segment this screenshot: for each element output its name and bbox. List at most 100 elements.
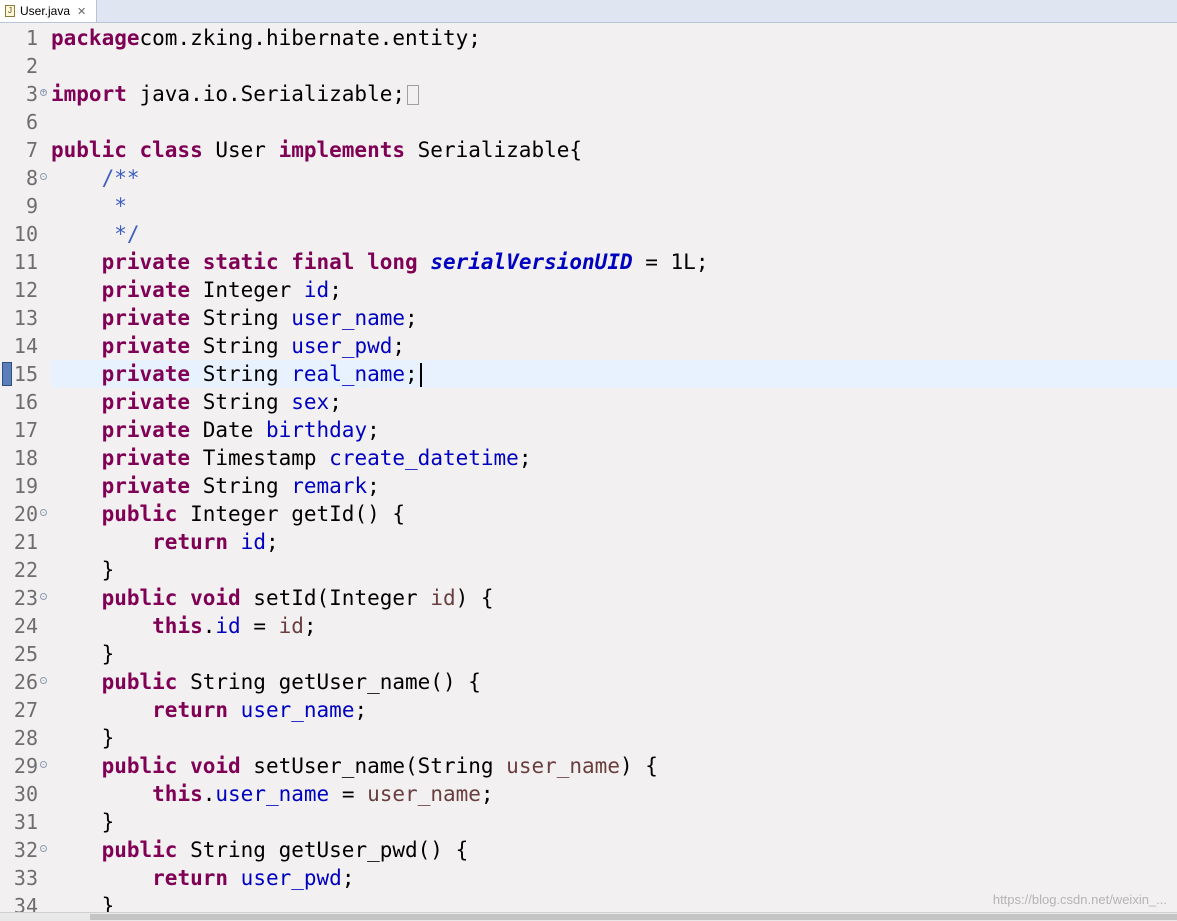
collapse-fold-icon[interactable]: - [40, 173, 47, 180]
code-text[interactable]: } [51, 556, 1177, 584]
code-text[interactable] [51, 52, 1177, 80]
expand-fold-icon[interactable]: + [40, 89, 47, 96]
code-text[interactable]: private String sex; [51, 388, 1177, 416]
identifier-token: user_name [506, 754, 620, 778]
code-line[interactable]: 27 return user_name; [0, 696, 1177, 724]
code-line[interactable]: 9 * [0, 192, 1177, 220]
code-line[interactable]: 23- public void setId(Integer id) { [0, 584, 1177, 612]
collapse-fold-icon[interactable]: - [40, 677, 47, 684]
code-line[interactable]: 26- public String getUser_name() { [0, 668, 1177, 696]
code-line[interactable]: 12 private Integer id; [0, 276, 1177, 304]
keyword-token: import [51, 82, 127, 106]
collapse-fold-icon[interactable]: - [40, 845, 47, 852]
code-line[interactable]: 28 } [0, 724, 1177, 752]
code-line[interactable]: 32- public String getUser_pwd() { [0, 836, 1177, 864]
code-text[interactable]: import java.io.Serializable; [51, 80, 1177, 108]
code-text[interactable]: return user_name; [51, 696, 1177, 724]
code-text[interactable]: /** [51, 164, 1177, 192]
code-token: = 1L; [632, 250, 709, 274]
line-number: 9 [25, 194, 38, 218]
code-token: ; [367, 474, 380, 498]
tab-user-java[interactable]: J User.java ✕ [0, 0, 97, 22]
code-line[interactable]: 18 private Timestamp create_datetime; [0, 444, 1177, 472]
code-line[interactable]: 17 private Date birthday; [0, 416, 1177, 444]
code-token: . [202, 614, 216, 638]
code-text[interactable]: private String user_name; [51, 304, 1177, 332]
collapse-fold-icon[interactable]: - [40, 593, 47, 600]
code-text[interactable]: public String getUser_name() { [51, 668, 1177, 696]
code-token: } [51, 726, 115, 750]
code-line[interactable]: 25 } [0, 640, 1177, 668]
code-text[interactable]: private String user_pwd; [51, 332, 1177, 360]
code-text[interactable]: public Integer getId() { [51, 500, 1177, 528]
code-line[interactable]: 14 private String user_pwd; [0, 332, 1177, 360]
code-line[interactable]: 16 private String sex; [0, 388, 1177, 416]
code-text[interactable]: public String getUser_pwd() { [51, 836, 1177, 864]
code-text[interactable]: * [51, 192, 1177, 220]
line-number: 22 [13, 558, 38, 582]
code-line[interactable]: 10 */ [0, 220, 1177, 248]
line-number: 33 [13, 866, 38, 890]
code-text[interactable]: private String real_name; [51, 360, 1177, 388]
scrollbar-thumb[interactable] [90, 914, 1177, 920]
code-text[interactable]: this.user_name = user_name; [51, 780, 1177, 808]
code-text[interactable]: } [51, 640, 1177, 668]
code-text[interactable]: private Integer id; [51, 276, 1177, 304]
code-line[interactable]: 22 } [0, 556, 1177, 584]
code-editor[interactable]: 1 packagecom.zking.hibernate.entity; 2 3 + im… [0, 23, 1177, 912]
code-text[interactable]: private static final long serialVersionU… [51, 248, 1177, 276]
code-text[interactable]: packagecom.zking.hibernate.entity; [51, 24, 1177, 52]
line-number: 1 [25, 26, 38, 50]
code-line[interactable]: 20- public Integer getId() { [0, 500, 1177, 528]
code-line[interactable]: 33 return user_pwd; [0, 864, 1177, 892]
code-text[interactable]: private String remark; [51, 472, 1177, 500]
code-line[interactable]: 6 [0, 108, 1177, 136]
code-line[interactable]: 11 private static final long serialVersi… [0, 248, 1177, 276]
code-text[interactable]: */ [51, 220, 1177, 248]
keyword-token: public class [51, 138, 203, 162]
code-text[interactable]: return user_pwd; [51, 864, 1177, 892]
code-token: ; [329, 278, 342, 302]
code-line[interactable]: 13 private String user_name; [0, 304, 1177, 332]
code-text[interactable]: public void setId(Integer id) { [51, 584, 1177, 612]
code-line[interactable]: 19 private String remark; [0, 472, 1177, 500]
code-line[interactable]: 21 return id; [0, 528, 1177, 556]
collapse-fold-icon[interactable]: - [40, 509, 47, 516]
code-token: ; [405, 306, 418, 330]
code-line[interactable]: 8- /** [0, 164, 1177, 192]
code-line[interactable]: 7 public class User implements Serializab… [0, 136, 1177, 164]
code-text[interactable]: } [51, 724, 1177, 752]
code-text[interactable]: public class User implements Serializabl… [51, 136, 1177, 164]
keyword-token: return [152, 530, 229, 554]
code-text[interactable] [51, 108, 1177, 136]
code-line[interactable]: 24 this.id = id; [0, 612, 1177, 640]
code-line[interactable]: 31 } [0, 808, 1177, 836]
code-text[interactable]: } [51, 808, 1177, 836]
code-text[interactable]: private Timestamp create_datetime; [51, 444, 1177, 472]
code-text[interactable]: this.id = id; [51, 612, 1177, 640]
collapse-fold-icon[interactable]: - [40, 761, 47, 768]
line-number: 19 [13, 474, 38, 498]
code-line[interactable]: 3 + import java.io.Serializable; [0, 80, 1177, 108]
code-line[interactable]: 30 this.user_name = user_name; [0, 780, 1177, 808]
code-token: String [190, 306, 292, 330]
code-text[interactable]: private Date birthday; [51, 416, 1177, 444]
line-number: 13 [13, 306, 38, 330]
keyword-token: public [101, 670, 178, 694]
code-line[interactable]: 29- public void setUser_name(String user… [0, 752, 1177, 780]
code-line[interactable]: 15 private String real_name; [0, 360, 1177, 388]
code-text[interactable]: return id; [51, 528, 1177, 556]
code-token: ; [405, 362, 418, 386]
folded-imports-icon[interactable] [407, 85, 420, 105]
close-icon[interactable]: ✕ [77, 5, 86, 18]
code-line[interactable]: 1 packagecom.zking.hibernate.entity; [0, 24, 1177, 52]
code-line[interactable]: 2 [0, 52, 1177, 80]
code-text[interactable]: public void setUser_name(String user_nam… [51, 752, 1177, 780]
code-token: } [51, 642, 115, 666]
